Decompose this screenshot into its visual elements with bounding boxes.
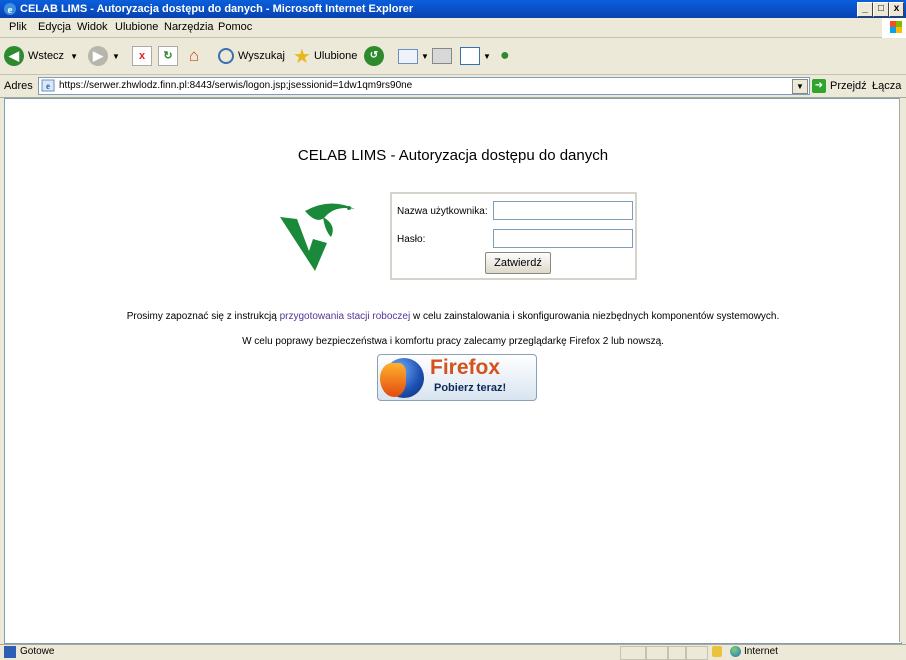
toolbar: ◀ Wstecz ▼ ▶ ▼ x ↻ ⌂ Wyszukaj ★ Ulubione… [0, 38, 906, 75]
history-button[interactable]: ↺ [364, 45, 384, 67]
chevron-down-icon: ▼ [421, 51, 429, 61]
mail-button[interactable]: ▼ [398, 45, 429, 67]
status-panel [668, 646, 686, 660]
back-label: Wstecz [28, 50, 65, 62]
menu-edit[interactable]: Edycja [38, 21, 71, 33]
address-dropdown-icon[interactable]: ▼ [792, 79, 808, 94]
window-title: CELAB LIMS - Autoryzacja dostępu do dany… [20, 3, 414, 15]
back-arrow-icon: ◀ [4, 46, 24, 66]
zone-label: Internet [744, 646, 778, 657]
stop-button[interactable]: x [132, 45, 152, 67]
status-text: Gotowe [20, 646, 55, 657]
firefox-fox-icon [380, 363, 406, 397]
print-icon [432, 48, 452, 64]
celab-logo [280, 203, 355, 271]
ie-icon: e [4, 3, 16, 16]
firefox-name: Firefox [430, 356, 501, 379]
back-button[interactable]: ◀ Wstecz ▼ [4, 45, 78, 67]
address-bar: Adres e https://serwer.zhwlodz.finn.pl:8… [0, 75, 906, 98]
page-title: CELAB LIMS - Autoryzacja dostępu do dany… [297, 147, 609, 164]
forward-button[interactable]: ▶ ▼ [88, 45, 120, 67]
go-button[interactable]: ➜ Przejdź [812, 79, 867, 93]
links-button[interactable]: Łącza [872, 80, 901, 92]
chevron-down-icon: ▼ [483, 51, 491, 61]
firefox-download-banner[interactable]: Firefox Pobierz teraz! [377, 354, 537, 401]
messenger-icon: ● [500, 47, 510, 64]
menu-tools[interactable]: Narzędzia [164, 21, 214, 33]
chevron-down-icon: ▼ [112, 51, 120, 61]
internet-globe-icon [730, 646, 741, 657]
favorites-label: Ulubione [313, 50, 358, 62]
search-button[interactable]: Wyszukaj [218, 45, 285, 67]
firefox-cta: Pobierz teraz! [434, 382, 507, 394]
search-label: Wyszukaj [238, 50, 285, 62]
menu-help[interactable]: Pomoc [218, 21, 252, 33]
menu-bar: Plik Edycja Widok Ulubione Narzędzia Pom… [0, 18, 906, 38]
home-icon: ⌂ [188, 46, 200, 65]
vertical-scrollbar[interactable] [899, 98, 906, 642]
password-input[interactable] [493, 229, 633, 248]
browser-recommendation-text: W celu poprawy bezpieczeństwa i komfortu… [242, 336, 664, 347]
page-status-icon [4, 646, 16, 658]
menu-view[interactable]: Widok [77, 21, 108, 33]
workstation-setup-link[interactable]: przygotowania stacji roboczej [280, 311, 411, 322]
login-form: Nazwa użytkownika: Hasło: Zatwierdź [390, 192, 637, 280]
star-icon: ★ [293, 45, 311, 68]
forward-arrow-icon: ▶ [88, 46, 108, 66]
maximize-button[interactable]: □ [873, 2, 889, 17]
refresh-button[interactable]: ↻ [158, 45, 178, 67]
address-label: Adres [4, 80, 33, 92]
page-content: CELAB LIMS - Autoryzacja dostępu do dany… [4, 98, 902, 644]
messenger-button[interactable]: ● [500, 45, 510, 67]
instruction-text-post: w celu zainstalowania i skonfigurowania … [410, 311, 780, 322]
svg-text:e: e [46, 81, 50, 91]
home-button[interactable]: ⌂ [184, 45, 204, 67]
close-button[interactable]: x [889, 2, 904, 17]
mail-icon [398, 48, 418, 64]
refresh-icon: ↻ [158, 46, 178, 66]
address-url: https://serwer.zhwlodz.finn.pl:8443/serw… [59, 80, 413, 91]
minimize-button[interactable]: _ [857, 2, 873, 17]
instruction-text: Prosimy zapoznać się z instrukcją przygo… [5, 311, 901, 322]
chevron-down-icon: ▼ [70, 51, 78, 61]
username-label: Nazwa użytkownika: [397, 206, 488, 217]
password-label: Hasło: [397, 234, 426, 245]
status-panel [686, 646, 708, 660]
menu-file[interactable]: Plik [9, 21, 27, 33]
windows-logo-icon [882, 18, 906, 38]
security-zone: Internet [730, 646, 778, 657]
lock-icon [712, 646, 722, 657]
svg-text:e: e [8, 4, 13, 16]
favorites-button[interactable]: ★ Ulubione [293, 45, 358, 68]
page-icon: e [41, 79, 55, 92]
history-icon: ↺ [364, 46, 384, 66]
status-panel [646, 646, 668, 660]
window-titlebar: e CELAB LIMS - Autoryzacja dostępu do da… [0, 0, 906, 18]
status-panel [620, 646, 646, 660]
instruction-text-pre: Prosimy zapoznać się z instrukcją [126, 311, 280, 322]
edit-icon [460, 47, 480, 65]
go-arrow-icon: ➜ [812, 79, 826, 93]
status-bar: Gotowe Internet [0, 644, 906, 660]
stop-icon: x [132, 46, 152, 66]
search-icon [218, 48, 234, 64]
menu-favorites[interactable]: Ulubione [115, 21, 158, 33]
print-button[interactable] [432, 45, 452, 67]
submit-button[interactable]: Zatwierdź [485, 252, 551, 274]
edit-button[interactable]: ▼ [460, 45, 491, 67]
go-label: Przejdź [830, 80, 867, 92]
username-input[interactable] [493, 201, 633, 220]
address-input[interactable]: e https://serwer.zhwlodz.finn.pl:8443/se… [38, 77, 810, 95]
